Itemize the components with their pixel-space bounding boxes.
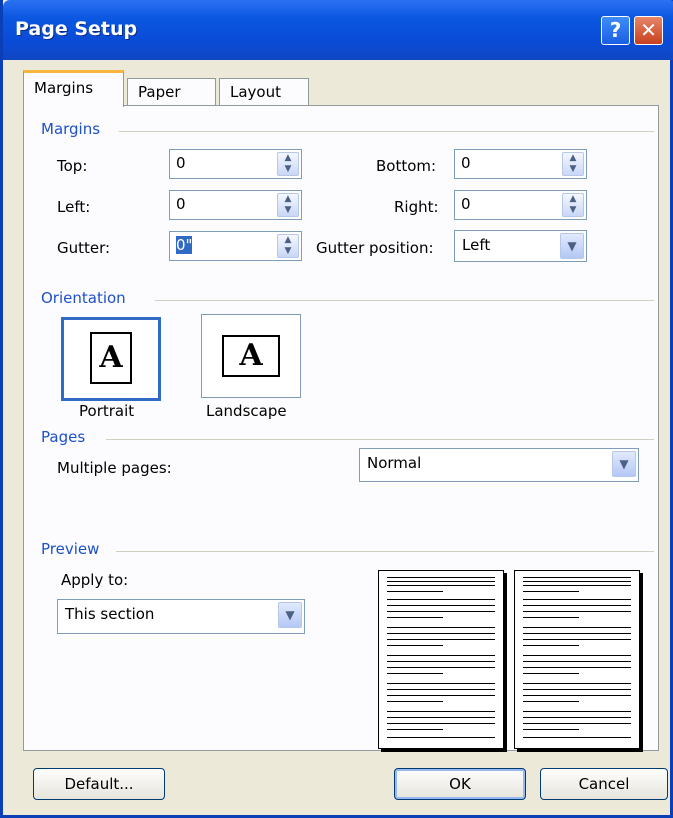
spinner-arrows-icon[interactable]: ▲ ▼: [277, 152, 299, 176]
landscape-label: Landscape: [206, 402, 287, 420]
left-margin-value: 0: [176, 195, 186, 213]
top-margin-spinner[interactable]: 0 ▲ ▼: [169, 149, 302, 179]
tab-margins[interactable]: Margins: [23, 70, 124, 107]
spinner-arrows-icon[interactable]: ▲ ▼: [562, 193, 584, 217]
page-setup-dialog: Page Setup ? ✕ Margins Paper Layout Marg…: [0, 0, 673, 818]
right-margin-value: 0: [461, 195, 471, 213]
top-margin-value: 0: [176, 154, 186, 172]
multiple-pages-value: Normal: [367, 454, 422, 472]
right-label: Right:: [394, 198, 439, 216]
orientation-group-label: Orientation: [41, 289, 126, 307]
gutter-position-value: Left: [462, 236, 491, 254]
window-title: Page Setup: [15, 18, 138, 40]
landscape-page-icon: A: [222, 335, 280, 377]
tab-paper[interactable]: Paper: [127, 78, 216, 106]
margins-group-rule: [119, 131, 654, 132]
spinner-arrows-icon[interactable]: ▲ ▼: [277, 193, 299, 217]
portrait-option[interactable]: A: [61, 317, 161, 401]
chevron-down-icon[interactable]: ▼: [560, 233, 584, 259]
bottom-margin-spinner[interactable]: 0 ▲ ▼: [454, 149, 587, 179]
orientation-group-rule: [155, 300, 654, 301]
left-label: Left:: [57, 198, 91, 216]
apply-to-dropdown[interactable]: This section ▼: [57, 599, 305, 634]
landscape-option[interactable]: A: [201, 314, 301, 398]
apply-to-value: This section: [65, 605, 155, 623]
apply-to-label: Apply to:: [61, 571, 129, 589]
pages-group-label: Pages: [41, 428, 86, 446]
gutter-position-label: Gutter position:: [316, 239, 434, 257]
multiple-pages-label: Multiple pages:: [57, 459, 172, 477]
spinner-arrows-icon[interactable]: ▲ ▼: [277, 234, 299, 258]
portrait-label: Portrait: [79, 402, 135, 420]
gutter-spinner[interactable]: 0" ▲ ▼: [169, 231, 302, 261]
portrait-page-icon: A: [90, 332, 132, 384]
bottom-margin-value: 0: [461, 154, 471, 172]
gutter-value: 0": [176, 236, 193, 254]
default-button[interactable]: Default...: [33, 768, 165, 800]
title-bar[interactable]: Page Setup ? ✕: [3, 0, 673, 60]
close-icon[interactable]: ✕: [634, 16, 663, 45]
tab-layout[interactable]: Layout: [219, 78, 309, 106]
preview-group-rule: [116, 551, 654, 552]
preview-page-right: [514, 570, 640, 749]
preview-page-left: [378, 570, 504, 749]
cancel-button[interactable]: Cancel: [540, 768, 668, 800]
left-margin-spinner[interactable]: 0 ▲ ▼: [169, 190, 302, 220]
spinner-arrows-icon[interactable]: ▲ ▼: [562, 152, 584, 176]
right-margin-spinner[interactable]: 0 ▲ ▼: [454, 190, 587, 220]
gutter-label: Gutter:: [57, 239, 111, 257]
chevron-down-icon[interactable]: ▼: [278, 602, 302, 628]
gutter-position-dropdown[interactable]: Left ▼: [454, 230, 587, 262]
pages-group-rule: [106, 439, 654, 440]
margins-group-label: Margins: [41, 120, 101, 138]
preview-group-label: Preview: [41, 540, 100, 558]
bottom-label: Bottom:: [376, 157, 437, 175]
top-label: Top:: [57, 157, 88, 175]
multiple-pages-dropdown[interactable]: Normal ▼: [359, 448, 639, 482]
chevron-down-icon[interactable]: ▼: [612, 451, 636, 477]
help-icon[interactable]: ?: [601, 16, 630, 45]
ok-button[interactable]: OK: [394, 768, 526, 800]
